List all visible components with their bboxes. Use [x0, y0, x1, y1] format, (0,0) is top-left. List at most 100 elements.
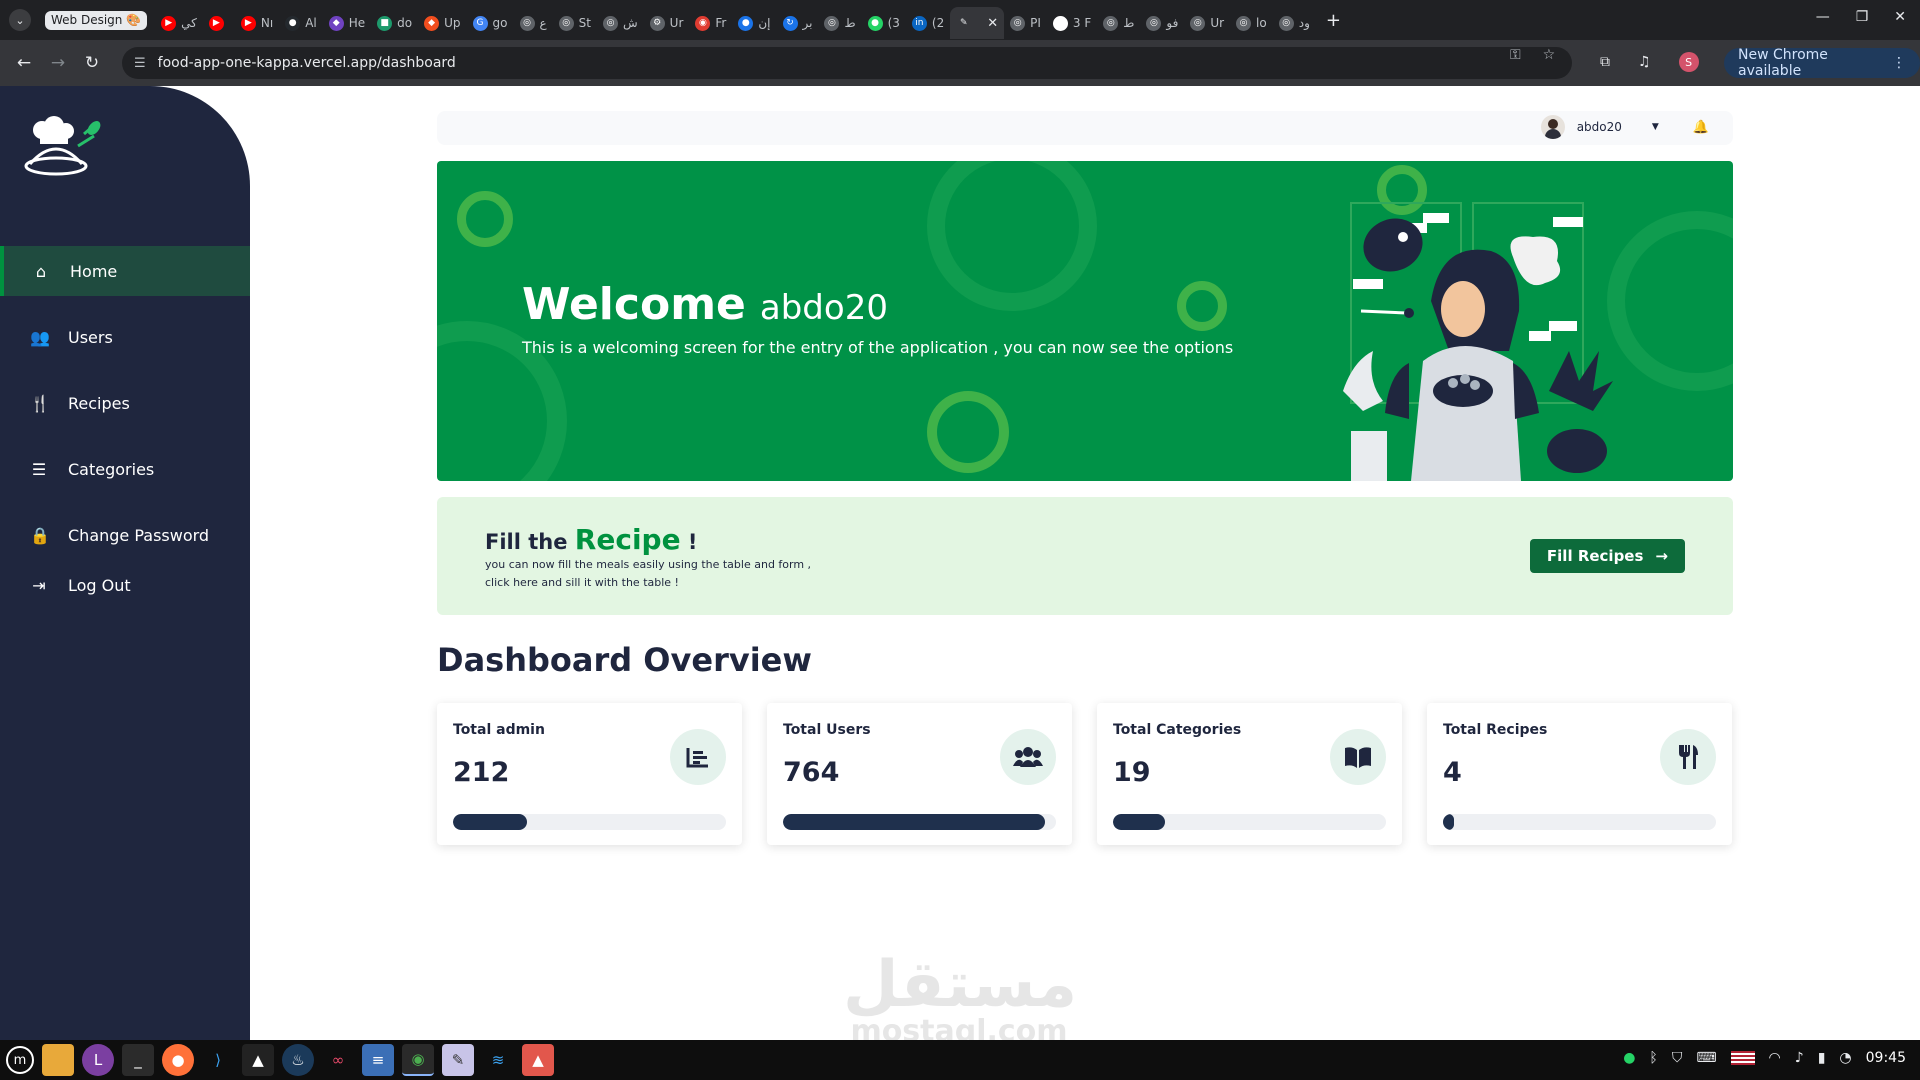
password-key-icon[interactable]: ⚿	[1510, 47, 1521, 63]
wifi-app-icon[interactable]: ≋	[482, 1044, 514, 1076]
site-info-icon[interactable]: ☰	[134, 56, 146, 71]
browser-tab[interactable]: in (2	[906, 7, 950, 39]
browser-tab[interactable]: ◎ ع	[514, 7, 553, 39]
extensions-icon[interactable]: ⧉	[1600, 54, 1610, 70]
stat-value: 764	[783, 757, 840, 788]
profile-avatar[interactable]: S	[1678, 52, 1699, 72]
back-icon[interactable]: ←	[14, 53, 34, 73]
media-control-icon[interactable]: ♫	[1638, 54, 1651, 70]
browser-tab[interactable]: ▶	[203, 7, 235, 39]
browser-tab[interactable]: ◎ St	[553, 7, 597, 39]
sidebar-item-change-password[interactable]: 🔒 Change Password	[0, 510, 250, 560]
tab-label: Ur	[669, 16, 684, 30]
vscode-icon[interactable]: ⟩	[202, 1044, 234, 1076]
browser-tab[interactable]: ◉ Fr	[689, 7, 732, 39]
sidebar-item-logout[interactable]: ⇥ Log Out	[0, 560, 250, 610]
address-bar[interactable]: ☰ food-app-one-kappa.vercel.app/dashboar…	[122, 47, 1572, 79]
chrome-update-button[interactable]: New Chrome available ⋮	[1724, 47, 1920, 79]
app-icon[interactable]: ▲	[242, 1044, 274, 1076]
browser-tab[interactable]: ◎ ود	[1273, 7, 1316, 39]
stat-value: 4	[1443, 757, 1462, 788]
avatar[interactable]	[1540, 115, 1565, 139]
browser-tab[interactable]: Ggo	[467, 7, 514, 39]
page-title: Dashboard Overview	[437, 641, 812, 679]
browser-tab[interactable]: ◎ lo	[1230, 7, 1273, 39]
browser-tab[interactable]: ◎ PI	[1004, 7, 1047, 39]
close-icon[interactable]: ✕	[987, 16, 998, 31]
battery-icon[interactable]: ▮	[1818, 1050, 1826, 1066]
fill-recipes-button[interactable]: Fill Recipes →	[1529, 539, 1685, 573]
shield-icon[interactable]: ⛉	[1672, 1050, 1683, 1066]
bell-icon[interactable]: 🔔	[1693, 120, 1709, 135]
tab-active[interactable]: ✎ ✕	[950, 7, 1005, 39]
sidebar-item-categories[interactable]: ☰ Categories	[0, 444, 250, 494]
navbar-username[interactable]: abdo20	[1577, 120, 1622, 134]
logout-icon: ⇥	[32, 575, 46, 595]
tab-search-button[interactable]: ⌄	[9, 9, 31, 31]
steam-icon[interactable]: ♨	[282, 1044, 314, 1076]
tab-favicon-icon: ◎	[1236, 15, 1252, 31]
stat-value: 212	[453, 757, 510, 788]
url-text[interactable]: food-app-one-kappa.vercel.app/dashboard	[158, 55, 456, 71]
text-editor-icon[interactable]: ≡	[362, 1044, 394, 1076]
wifi-icon[interactable]: ◠	[1769, 1050, 1781, 1066]
user-menu[interactable]: abdo20 ▼ 🔔	[1540, 115, 1709, 139]
chrome-icon[interactable]: ◉	[402, 1044, 434, 1076]
progress-fill	[453, 814, 527, 830]
fill-desc-line: click here and sill it with the table !	[485, 576, 679, 589]
chevron-down-icon[interactable]: ▼	[1652, 122, 1659, 132]
browser-tab[interactable]: ◎ فو	[1140, 7, 1184, 39]
flag-icon[interactable]	[1730, 1051, 1755, 1065]
forward-icon[interactable]: →	[48, 53, 68, 73]
progress-fill	[1443, 814, 1454, 830]
files-icon[interactable]	[42, 1044, 74, 1076]
whatsapp-icon[interactable]: ●	[1623, 1050, 1635, 1066]
new-tab-button[interactable]: +	[1326, 10, 1341, 31]
browser-tab[interactable]: ■ do	[371, 7, 418, 39]
sidebar-item-home[interactable]: ⌂ Home	[0, 246, 250, 296]
browser-tab[interactable]: ◎ ط	[818, 7, 861, 39]
tab-favicon-icon: ●	[285, 15, 301, 31]
browser-tab[interactable]: ◎ Ur	[1184, 7, 1230, 39]
tab-favicon-icon: in	[911, 15, 927, 31]
restore-icon[interactable]: ❐	[1856, 9, 1869, 25]
reload-icon[interactable]: ↻	[82, 53, 102, 73]
network-icon[interactable]: ◔	[1839, 1050, 1851, 1066]
browser-tab[interactable]: ⚙ Ur	[644, 7, 690, 39]
bookmark-star-icon[interactable]: ☆	[1543, 47, 1556, 63]
os-taskbar: m L _ ● ⟩ ▲ ♨ ∞ ≡ ◉ ✎ ≋ ▲ ● ᛒ ⛉ ⌨ ◠ ♪ ▮ …	[0, 1040, 1920, 1080]
tab-label: إن	[758, 16, 771, 30]
tab-group-chip[interactable]: Web Design 🎨	[45, 10, 148, 30]
sidebar-item-users[interactable]: 👥 Users	[0, 312, 250, 362]
browser-tab[interactable]: ● (3	[862, 7, 906, 39]
sidebar-item-recipes[interactable]: 🍴 Recipes	[0, 378, 250, 428]
game-icon[interactable]: ∞	[322, 1044, 354, 1076]
browser-tab[interactable]: ● Al	[279, 7, 323, 39]
browser-tab[interactable]: ◆ He	[323, 7, 371, 39]
close-window-icon[interactable]: ✕	[1894, 9, 1906, 25]
notes-icon[interactable]: ✎	[442, 1044, 474, 1076]
browser-tab[interactable]: ↻ بر	[777, 7, 819, 39]
image-viewer-icon[interactable]: ▲	[522, 1044, 554, 1076]
terminal-icon[interactable]: _	[122, 1044, 154, 1076]
tab-favicon-icon: ◎	[1103, 15, 1119, 31]
browser-tab[interactable]: ● إن	[732, 7, 776, 39]
browser-tab[interactable]: ▶ Nı	[235, 7, 279, 39]
browser-tab[interactable]: i 3 F	[1047, 7, 1097, 39]
fill-desc-line: you can now fill the meals easily using …	[485, 558, 812, 571]
minimize-icon[interactable]: —	[1816, 9, 1830, 25]
music-icon[interactable]: ♪	[1795, 1050, 1804, 1066]
clock[interactable]: 09:45	[1866, 1050, 1906, 1066]
mint-menu-icon[interactable]: m	[6, 1046, 34, 1074]
browser-tab[interactable]: ◎ ش	[597, 7, 644, 39]
bluetooth-icon[interactable]: ᛒ	[1649, 1050, 1657, 1066]
keyboard-icon[interactable]: ⌨	[1696, 1050, 1716, 1066]
browser-tab[interactable]: ◎ ط	[1097, 7, 1140, 39]
sidebar-item-label: Change Password	[68, 525, 210, 545]
app-launcher-icon[interactable]: L	[82, 1044, 114, 1076]
window-controls: — ❐ ✕	[1816, 9, 1906, 25]
tab-label: Up	[444, 16, 461, 30]
browser-tab[interactable]: ◆ Up	[418, 7, 466, 39]
firefox-icon[interactable]: ●	[162, 1044, 194, 1076]
browser-tab[interactable]: ▶ كي	[155, 7, 203, 39]
